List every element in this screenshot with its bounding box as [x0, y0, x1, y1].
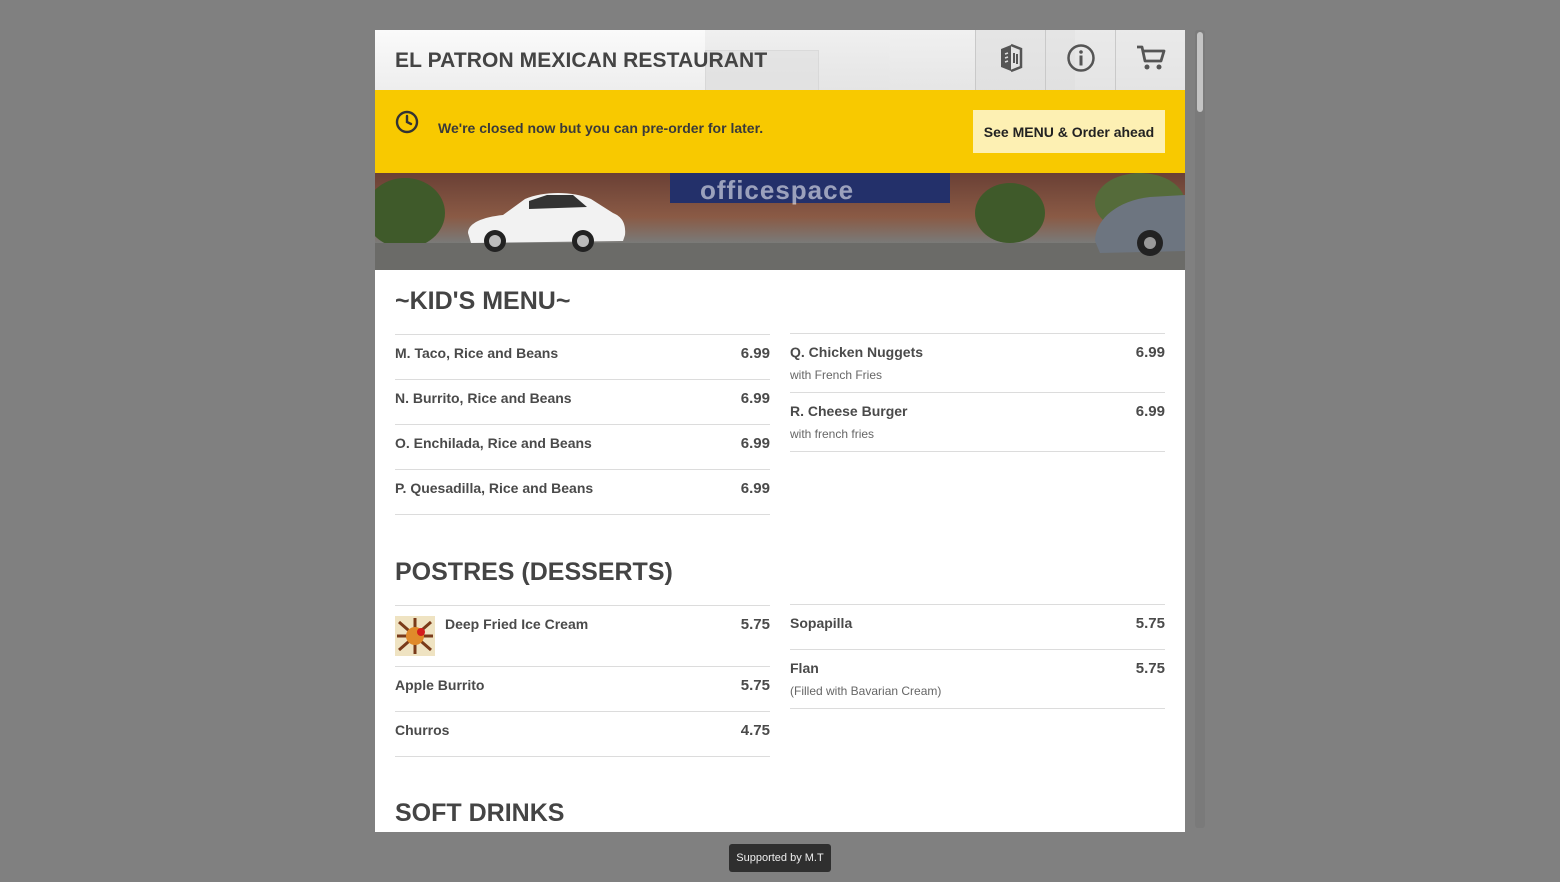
closed-message: We're closed now but you can pre-order f…: [438, 120, 764, 136]
menu-book-icon: [998, 43, 1024, 78]
menu-item[interactable]: O. Enchilada, Rice and Beans 6.99: [395, 424, 770, 470]
see-menu-order-ahead-button[interactable]: See MENU & Order ahead: [973, 110, 1165, 153]
info-icon: [1066, 43, 1096, 78]
header-bar: EL PATRON MEXICAN RESTAURANT: [375, 30, 1185, 92]
menu-item[interactable]: M. Taco, Rice and Beans 6.99: [395, 334, 770, 380]
menu-item[interactable]: Deep Fried Ice Cream 5.75: [395, 605, 770, 667]
divider: [395, 514, 770, 515]
menu-item[interactable]: Q. Chicken Nuggets 6.99 with French Frie…: [790, 333, 1165, 393]
cart-button[interactable]: [1115, 30, 1185, 90]
menu-item[interactable]: R. Cheese Burger 6.99 with french fries: [790, 392, 1165, 452]
scrollbar[interactable]: [1195, 30, 1205, 828]
clock-icon: [395, 110, 419, 139]
restaurant-panel: EL PATRON MEXICAN RESTAURANT We're close…: [375, 30, 1185, 832]
scrollbar-thumb[interactable]: [1197, 32, 1203, 112]
section-title-kids-menu: ~KID'S MENU~: [395, 287, 571, 315]
deep-fried-ice-cream-photo: [395, 616, 435, 656]
menu-item[interactable]: Churros 4.75: [395, 711, 770, 757]
restaurant-photo: officespace: [375, 173, 1185, 270]
divider: [395, 756, 770, 757]
menu-item[interactable]: Sopapilla 5.75: [790, 604, 1165, 650]
menu-item[interactable]: Flan 5.75 (Filled with Bavarian Cream): [790, 649, 1165, 709]
restaurant-title: EL PATRON MEXICAN RESTAURANT: [395, 49, 768, 72]
info-button[interactable]: [1045, 30, 1115, 90]
menu-item[interactable]: Apple Burrito 5.75: [395, 666, 770, 712]
menu-item[interactable]: N. Burrito, Rice and Beans 6.99: [395, 379, 770, 425]
supported-by-badge: Supported by M.T: [729, 844, 831, 872]
divider: [790, 708, 1165, 709]
divider: [790, 451, 1165, 452]
cart-icon: [1136, 44, 1166, 77]
photo-watermark: officespace: [700, 175, 855, 205]
section-title-desserts: POSTRES (DESSERTS): [395, 558, 673, 586]
closed-banner: We're closed now but you can pre-order f…: [375, 90, 1185, 173]
menu-item[interactable]: P. Quesadilla, Rice and Beans 6.99: [395, 469, 770, 515]
menu-button[interactable]: [975, 30, 1045, 90]
section-title-soft-drinks: SOFT DRINKS: [395, 799, 565, 827]
